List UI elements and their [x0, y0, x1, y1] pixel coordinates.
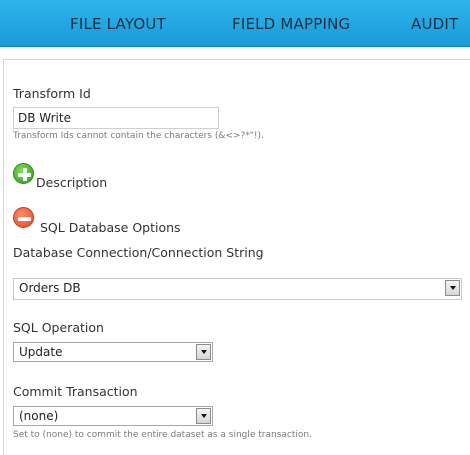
commit-value: (none) [19, 409, 59, 423]
plus-circle-icon[interactable] [13, 163, 34, 184]
sql-operation-value: Update [19, 345, 63, 359]
sql-options-label: SQL Database Options [40, 220, 181, 235]
chevron-down-icon[interactable] [445, 280, 460, 296]
sql-operation-label: SQL Operation [13, 320, 104, 335]
tab-field-mapping[interactable]: FIELD MAPPING [232, 15, 350, 33]
tab-audit[interactable]: AUDIT [411, 15, 458, 33]
connection-label: Database Connection/Connection String [13, 245, 264, 260]
connection-value: Orders DB [19, 281, 81, 295]
commit-select[interactable]: (none) [13, 406, 213, 426]
description-label: Description [36, 175, 108, 190]
chevron-down-icon[interactable] [196, 344, 211, 360]
transform-id-hint: Transform Ids cannot contain the charact… [13, 131, 264, 141]
tab-file-layout[interactable]: FILE LAYOUT [70, 15, 166, 33]
sql-operation-select[interactable]: Update [13, 342, 213, 362]
chevron-down-icon[interactable] [196, 408, 211, 424]
transform-id-label: Transform Id [13, 86, 91, 101]
connection-select[interactable]: Orders DB [13, 278, 462, 300]
tab-bar: FILE LAYOUT FIELD MAPPING AUDIT [0, 0, 470, 47]
commit-label: Commit Transaction [13, 384, 138, 399]
commit-hint: Set to (none) to commit the entire datas… [13, 430, 312, 440]
minus-circle-icon[interactable] [13, 207, 34, 228]
transform-id-input[interactable] [13, 107, 219, 129]
